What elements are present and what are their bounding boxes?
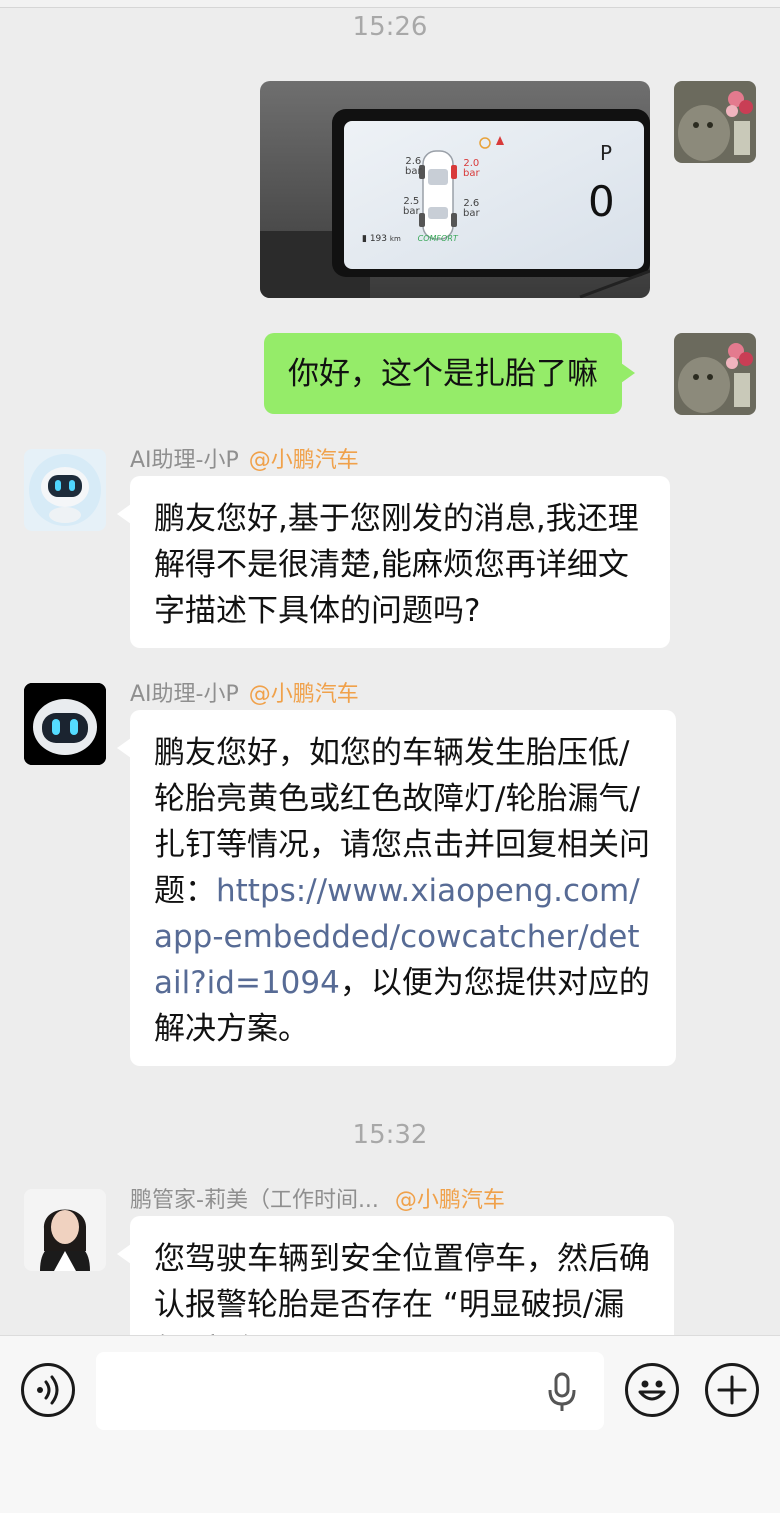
tire-unit: bar — [403, 206, 420, 217]
outgoing-message[interactable]: 你好，这个是扎胎了嘛 — [264, 333, 635, 414]
more-actions-button[interactable] — [705, 1363, 759, 1417]
battery-icon: ▮ — [362, 234, 367, 244]
self-avatar[interactable] — [674, 81, 756, 163]
self-avatar[interactable] — [674, 333, 756, 415]
message-input[interactable] — [96, 1352, 604, 1430]
speed-readout: 0 — [588, 177, 615, 226]
org-tag: @小鹏汽车 — [248, 448, 359, 473]
sender-name: 鹏管家-莉美（工作时间... @小鹏汽车 — [130, 1182, 505, 1214]
incoming-message[interactable]: 鹏友您好，如您的车辆发生胎压低/轮胎亮黄色或红色故障灯/轮胎漏气/扎钉等情况，请… — [117, 710, 676, 1066]
sender-label: AI助理-小P — [130, 448, 239, 473]
chat-area[interactable]: 15:26 2.6 bar 2.0 bar 2.5 bar 2.6 bar P … — [0, 0, 780, 1335]
sender-label: AI助理-小P — [130, 682, 239, 707]
tire-unit: bar — [405, 166, 422, 177]
timestamp: 15:26 — [352, 12, 428, 42]
gear-indicator: P — [600, 141, 613, 165]
sender-name: AI助理-小P @小鹏汽车 — [130, 676, 359, 708]
range-value: 193 — [369, 234, 388, 244]
car-dashboard-photo[interactable]: 2.6 bar 2.0 bar 2.5 bar 2.6 bar P 0 ▮ 19… — [260, 81, 650, 298]
incoming-message[interactable]: 鹏友您好,基于您刚发的消息,我还理解得不是很清楚,能麻烦您再详细文字描述下具体的… — [117, 476, 670, 648]
plus-icon — [717, 1375, 747, 1405]
microphone-icon[interactable] — [544, 1372, 580, 1412]
org-tag: @小鹏汽车 — [248, 682, 359, 707]
ai-assistant-avatar[interactable] — [24, 683, 106, 765]
incoming-message[interactable]: 您驾驶车辆到安全位置停车，然后确认报警轮胎是否存在 “明显破损/漏气/瘪胎” — [117, 1216, 674, 1335]
sender-label: 鹏管家-莉美（工作时间... — [130, 1188, 379, 1213]
voice-wave-icon — [37, 1375, 59, 1405]
timestamp: 15:32 — [352, 1120, 428, 1150]
tire-unit: bar — [463, 168, 480, 179]
range-unit: km — [389, 235, 401, 243]
smiley-icon — [638, 1380, 666, 1401]
agent-avatar[interactable] — [24, 1189, 106, 1271]
org-tag: @小鹏汽车 — [394, 1188, 505, 1213]
input-toolbar — [0, 1335, 780, 1513]
ai-assistant-avatar[interactable] — [24, 449, 106, 531]
sender-name: AI助理-小P @小鹏汽车 — [130, 442, 359, 474]
title-bar-edge — [0, 0, 780, 8]
tire-unit: bar — [463, 208, 480, 219]
voice-toggle-button[interactable] — [21, 1363, 75, 1417]
emoji-button[interactable] — [625, 1363, 679, 1417]
drive-mode: COMFORT — [417, 234, 458, 243]
